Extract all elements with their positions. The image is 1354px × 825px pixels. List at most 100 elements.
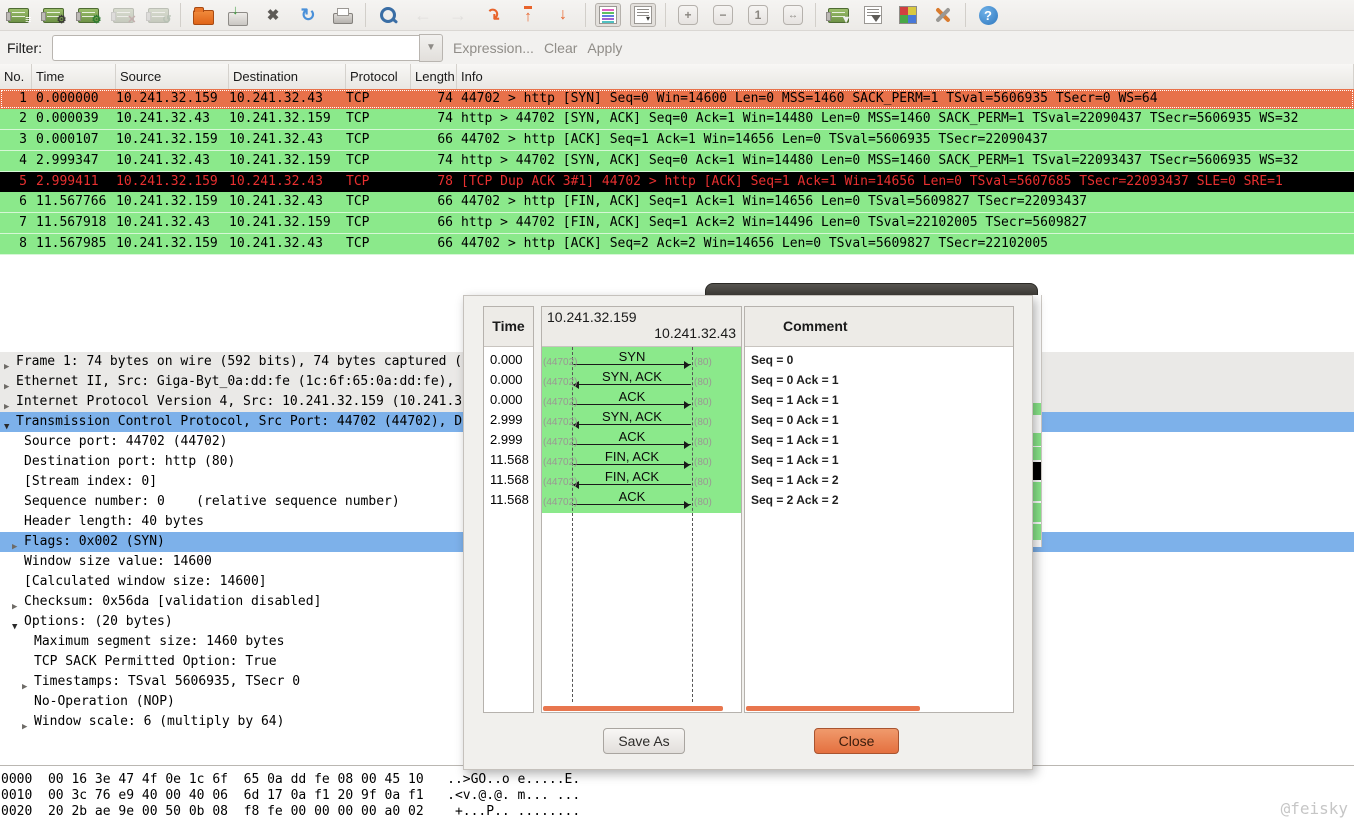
capture-options-pin [41, 12, 46, 21]
packet-row-7[interactable]: 711.56791810.241.32.4310.241.32.159TCP66… [0, 213, 1354, 234]
flow-horizontal-scrollbar[interactable] [543, 706, 723, 711]
flow-arrow-row[interactable]: ACK(44702)(80) [542, 390, 741, 410]
close-file-icon[interactable]: ✖ [260, 3, 286, 27]
packet-no: 1 [0, 89, 32, 109]
hex-line: 0010 00 3c 76 e9 40 00 40 06 6d 17 0a f1… [0, 788, 1354, 804]
stop-capture-line [117, 12, 130, 13]
detail-text: [Calculated window size: 14600] [24, 572, 267, 592]
find-icon[interactable] [375, 3, 401, 27]
go-forward-icon[interactable]: → [445, 3, 471, 27]
capture-options-icon[interactable]: ⚙ [40, 3, 66, 27]
flow-dst-port-label: (80) [694, 377, 712, 388]
colorize-icon[interactable] [595, 3, 621, 27]
zoom-in-icon[interactable]: + [675, 3, 701, 27]
packet-row-3[interactable]: 30.00010710.241.32.15910.241.32.43TCP664… [0, 130, 1354, 151]
detail-text: No-Operation (NOP) [34, 692, 175, 712]
flow-arrowhead-right [684, 361, 690, 369]
packet-row-5[interactable]: 52.99941110.241.32.15910.241.32.43TCP78[… [0, 172, 1354, 192]
packet-info: http > 44702 [FIN, ACK] Seq=1 Ack=2 Win=… [457, 213, 1354, 233]
reload-icon[interactable]: ↻ [295, 3, 321, 27]
packet-destination: 10.241.32.43 [229, 234, 346, 254]
coloring-rules-icon[interactable] [895, 3, 921, 27]
auto-scroll-line [637, 12, 649, 13]
flow-arrow-row[interactable]: SYN, ACK(44702)(80) [542, 410, 741, 430]
coloring-rules-cell [900, 7, 908, 15]
column-header-protocol[interactable]: Protocol [346, 64, 411, 89]
start-capture-icon[interactable]: ⚙ [75, 3, 101, 27]
resize-columns-icon[interactable]: ↔ [780, 3, 806, 27]
preferences-icon[interactable] [930, 3, 956, 27]
detail-text: Destination port: http (80) [24, 452, 235, 472]
packet-length: 74 [411, 151, 457, 171]
filter-input[interactable] [52, 35, 419, 61]
flow-comment-panel: Comment Seq = 0Seq = 0 Ack = 1Seq = 1 Ac… [744, 306, 1014, 713]
preferences-shape [933, 5, 953, 25]
flow-arrow-row[interactable]: SYN(44702)(80) [542, 350, 741, 370]
help-icon[interactable]: ? [975, 3, 1001, 27]
save-file-icon[interactable]: ↓ [225, 3, 251, 27]
filter-toolbar: Filter: ▼ Expression... Clear Apply [0, 31, 1354, 64]
flow-arrowhead-right [684, 501, 690, 509]
stop-capture-pin [111, 12, 116, 21]
clear-button[interactable]: Clear [544, 40, 577, 56]
packet-length: 74 [411, 109, 457, 129]
packet-row-2[interactable]: 20.00003910.241.32.4310.241.32.159TCP74h… [0, 109, 1354, 130]
column-header-length[interactable]: Length [411, 64, 457, 89]
packet-time: 0.000039 [32, 109, 116, 129]
column-header-time[interactable]: Time [32, 64, 116, 89]
packet-row-4[interactable]: 42.99934710.241.32.4310.241.32.159TCP74h… [0, 151, 1354, 172]
column-header-no[interactable]: No. [0, 64, 32, 89]
display-filters-icon[interactable] [860, 3, 886, 27]
flow-arrow-row[interactable]: SYN, ACK(44702)(80) [542, 370, 741, 390]
save-file-shape: ↓ [228, 12, 248, 26]
flow-arrow-row[interactable]: FIN, ACK(44702)(80) [542, 470, 741, 490]
open-file-icon[interactable] [190, 3, 216, 27]
zoom-out-icon[interactable]: − [710, 3, 736, 27]
column-header-info[interactable]: Info [457, 64, 1354, 89]
auto-scroll-icon[interactable]: ▾ [630, 3, 656, 27]
filter-dropdown-button[interactable]: ▼ [419, 34, 443, 62]
zoom-100-icon[interactable]: 1 [745, 3, 771, 27]
comment-horizontal-scrollbar[interactable] [746, 706, 920, 711]
stop-capture-icon[interactable]: ✕ [110, 3, 136, 27]
toolbar-separator [965, 3, 966, 27]
packet-row-6[interactable]: 611.56776610.241.32.15910.241.32.43TCP66… [0, 192, 1354, 213]
apply-button[interactable]: Apply [587, 40, 622, 56]
go-bottom-icon[interactable]: ↓ [550, 3, 576, 27]
flow-flags-label: ACK [572, 389, 692, 404]
go-top-icon[interactable]: ↑ [515, 3, 541, 27]
resize-columns-shape: ↔ [783, 5, 803, 25]
column-header-source[interactable]: Source [116, 64, 229, 89]
packet-destination: 10.241.32.159 [229, 109, 346, 129]
list-interfaces-line [12, 16, 25, 17]
flow-src-port-label: (44702) [543, 437, 571, 448]
flow-arrow-row[interactable]: ACK(44702)(80) [542, 490, 741, 510]
print-icon[interactable] [330, 3, 356, 27]
capture-filters-icon[interactable]: ▼ [825, 3, 851, 27]
detail-text: Options: (20 bytes) [24, 612, 173, 632]
save-as-button[interactable]: Save As [603, 728, 685, 754]
flow-src-port-label: (44702) [543, 457, 571, 468]
packet-row-1[interactable]: 10.00000010.241.32.15910.241.32.43TCP744… [0, 89, 1354, 109]
flow-arrow-row[interactable]: ACK(44702)(80) [542, 430, 741, 450]
packet-row-8[interactable]: 811.56798510.241.32.15910.241.32.43TCP66… [0, 234, 1354, 255]
column-header-destination[interactable]: Destination [229, 64, 346, 89]
flow-arrow-line [573, 444, 691, 445]
expression-button[interactable]: Expression... [453, 40, 534, 56]
flow-src-port-label: (44702) [543, 397, 571, 408]
expand-expander-icon[interactable]: ▶ [22, 717, 27, 737]
coloring-rules-cell [908, 15, 916, 23]
goto-packet-icon[interactable]: ↷ [480, 3, 506, 27]
flow-arrow-row[interactable]: FIN, ACK(44702)(80) [542, 450, 741, 470]
close-button[interactable]: Close [814, 728, 899, 754]
detail-text: Source port: 44702 (44702) [24, 432, 228, 452]
flow-time-panel: Time 0.0000.0000.0002.9992.99911.56811.5… [483, 306, 534, 713]
main-toolbar: ≡ ⚙ ⚙ ✕ ↺ ↓ ✖ ↻ ← → ↷ ↑ ↓ ▾ +−1 ↔ ▼? [0, 0, 1354, 31]
go-back-icon[interactable]: ← [410, 3, 436, 27]
restart-capture-icon[interactable]: ↺ [145, 3, 171, 27]
colorize-shape [599, 6, 617, 24]
packet-source: 10.241.32.159 [116, 130, 229, 150]
packet-no: 2 [0, 109, 32, 129]
list-interfaces-icon[interactable]: ≡ [5, 3, 31, 27]
packet-length: 66 [411, 130, 457, 150]
